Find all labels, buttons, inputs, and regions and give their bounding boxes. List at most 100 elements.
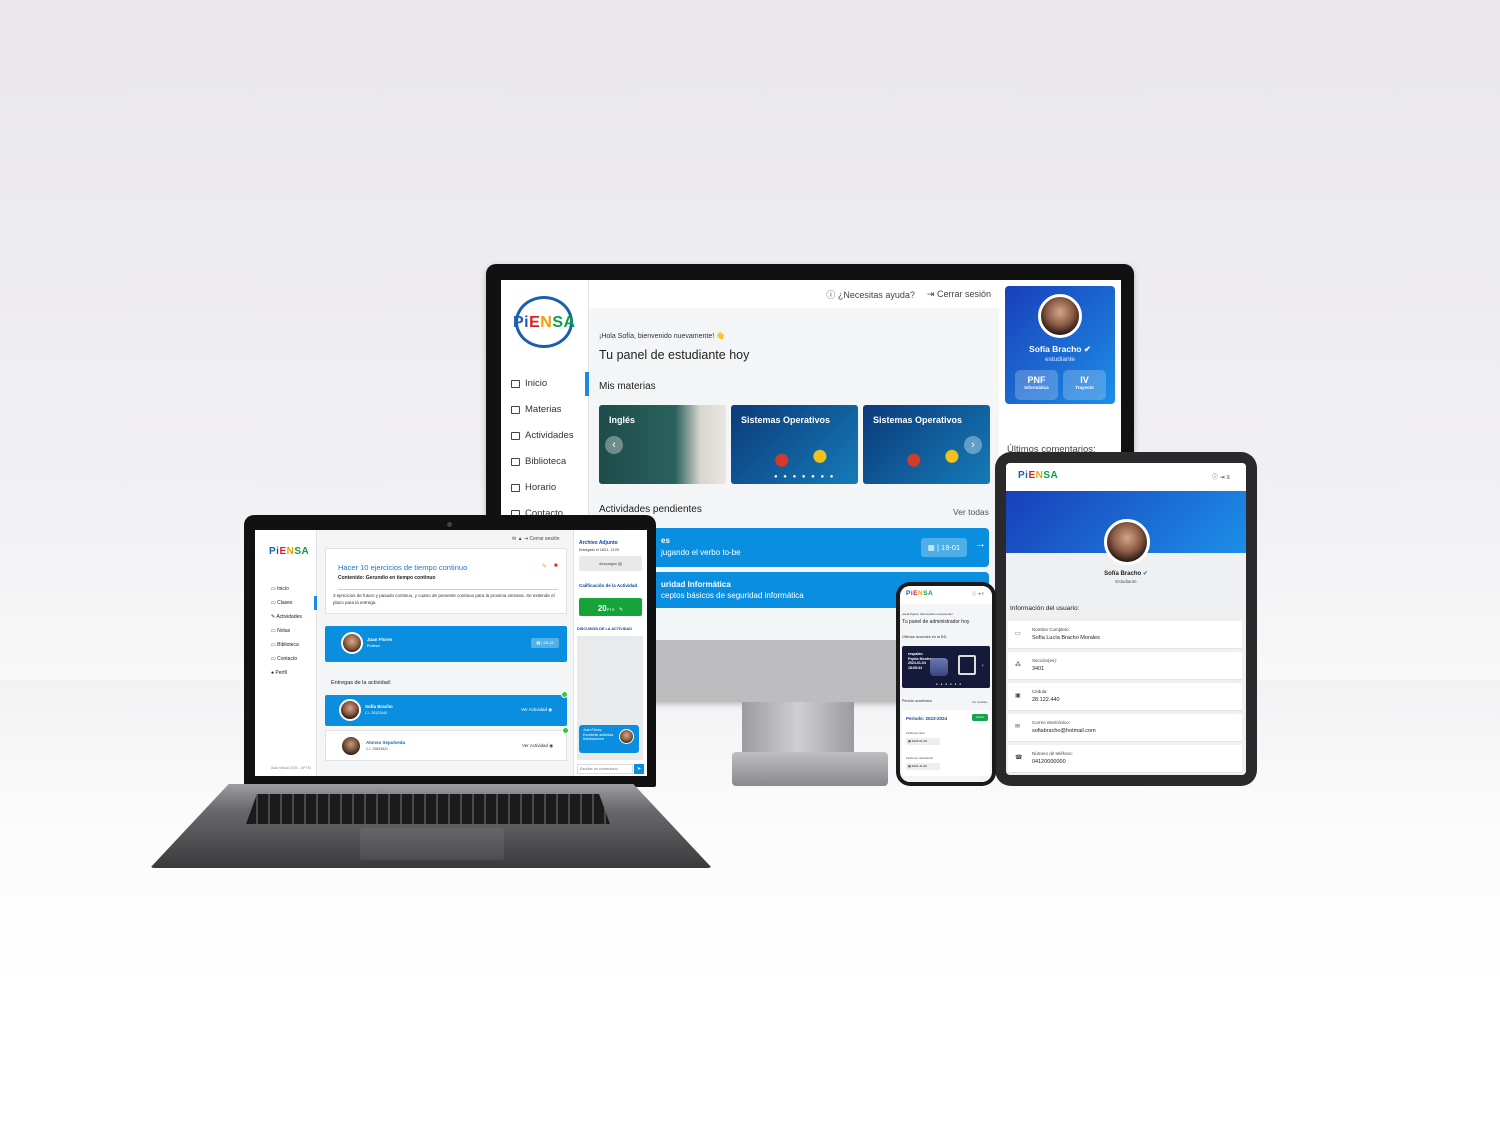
edit-icon[interactable]: ✎ [542,563,547,570]
send-icon[interactable]: ➤ [634,764,644,774]
sidebar-item-actividades[interactable]: Actividades [511,430,574,441]
profile-role: Estudiante [1115,579,1137,584]
verified-icon: ✔ [1142,571,1148,577]
info-row-cedula: ▣ Cédula: 28.122.440 [1008,683,1242,711]
phone-screen: PiENSA ⓘ ⇥ ≡ ¡Hola Pepito, bienvenido nu… [900,586,992,782]
page-title: Tu panel de administrador hoy [902,619,970,625]
phone-icon: ☎ [1015,755,1023,761]
backup-carousel[interactable]: respaldo Pepito Montero 2024-01-04 18:05:34… [902,646,990,688]
verified-icon: ✔ [1083,344,1091,354]
laptop-keyboard [246,794,610,824]
logout-link[interactable]: ✉ ▲ ⇥ Cerrar sesión [512,536,560,542]
database-icon [930,658,948,676]
delivery-row[interactable]: Sofía Bracho C.I. 28122440 Ver Actividad… [325,691,568,726]
discussion-heading: DISCUSIÓN DE LA ACTIVIDAD [577,627,632,631]
tablet-header-icons[interactable]: ⓘ ⇥ ≡ [1212,472,1230,481]
id-badge-icon: ▣ [1015,693,1021,699]
info-heading: Información del usuario: [1010,605,1080,612]
view-activity-link[interactable]: Ver Actividad ◉ [521,707,552,713]
piensa-logo: PiENSA [513,314,576,331]
date-badge: ▦ | 28-12 [531,638,559,648]
tablet-header: PiENSA ⓘ ⇥ ≡ [1006,463,1246,491]
sidebar-item-contacto[interactable]: ▭ Contacto [271,656,297,662]
trayecto-badge: IV Trayecto [1063,370,1106,400]
phone-header: PiENSA ⓘ ⇥ ≡ [900,586,992,604]
piensa-logo: PiENSA [906,590,934,597]
laptop-main: ✉ ▲ ⇥ Cerrar sesión Hacer 10 ejercicios … [317,530,573,776]
chalkboard-icon [511,405,520,414]
phone-header-icons[interactable]: ⓘ ⇥ ≡ [972,591,984,597]
activity-card-1[interactable]: es jugando el verbo to-be ▦ | 19-01 → [599,528,989,567]
carousel-next-button[interactable]: › [982,663,984,669]
avatar [1104,519,1150,565]
sidebar-item-clases[interactable]: ▭ Clases [271,600,292,606]
content-label: Contenido: Gerundio en tiempo continuo [338,575,436,581]
activity-description: 3 ejercicios de futuro y pasado continuo… [333,593,555,606]
help-link[interactable]: ⓘ ¿Necesitas ayuda? [826,288,915,301]
page-title: Tu panel de estudiante hoy [599,348,750,362]
see-all-link[interactable]: Ver todas [953,507,989,517]
carousel-prev-button[interactable]: ‹ [605,436,623,454]
grade-heading: Calificación de la Actividad [579,583,638,588]
activity-title: Hacer 10 ejercicios de tiempo continuo [338,563,468,572]
sidebar-item-horario[interactable]: Horario [511,482,556,493]
topbar: ⓘ ¿Necesitas ayuda? ⇥ Cerrar sesión [589,280,999,308]
sidebar-item-inicio[interactable]: Inicio [511,378,547,389]
sidebar-item-notas[interactable]: ▭ Notas [271,628,290,634]
subjects-heading: Mis materias [599,381,656,392]
calendar-icon [511,483,520,492]
pending-heading: Actividades pendientes [599,504,702,515]
id-card-icon: ▭ [1015,631,1021,637]
period-card: Periodo: 2023-2024 Activo Fecha de inici… [902,710,990,776]
sidebar-item-inicio[interactable]: ▭ Inicio [271,586,289,592]
avatar [1038,294,1082,338]
save-icon [958,655,976,675]
logout-link[interactable]: ⇥ Cerrar sesión [927,289,991,300]
piensa-logo: PiENSA [269,546,310,557]
profile-name: Sofía Bracho ✔ [1104,571,1148,577]
chat-message: Juan Flores: Excelente actividad, felici… [579,725,639,753]
arrow-right-icon[interactable]: → [975,538,986,550]
comment-input[interactable]: Escribe un comentario [577,764,633,774]
sidebar-item-actividades[interactable]: ✎ Actividades [271,614,302,620]
sidebar-item-materias[interactable]: Materias [511,404,561,415]
greeting: ¡Hola Sofía, bienvenido nuevamente! 👋 [599,333,725,340]
avatar [339,699,361,721]
pnf-badge: PNF Informática [1015,370,1058,400]
status-badge: Activo [972,714,988,721]
profile-role: estudiante [1045,356,1075,363]
piensa-logo: PiENSA [1018,470,1059,481]
info-row-section: ⁂ Sección(es): 3401 [1008,652,1242,680]
laptop-trackpad [360,828,504,860]
sidebar-item-biblioteca[interactable]: ▭ Biblioteca [271,642,299,648]
carousel-next-button[interactable]: › [964,436,982,454]
sidebar-item-biblioteca[interactable]: Biblioteca [511,456,566,467]
carousel-dots[interactable]: ● ● ● ● ● ● ● [774,474,835,480]
delete-icon[interactable]: ■ [554,563,558,569]
see-details-link[interactable]: Ver detalles [972,700,988,704]
download-button[interactable]: descargar ▤ [579,556,642,571]
laptop-sidebar: PiENSA ▭ Inicio ▭ Clases ✎ Actividades ▭… [255,530,317,776]
camera-icon [447,522,452,527]
subject-card-sistemas-1[interactable]: Sistemas Operativos [731,405,858,484]
sidebar-item-perfil[interactable]: ● Perfil [271,670,287,676]
view-activity-link[interactable]: Ver Actividad ◉ [522,743,553,749]
laptop-right-panel: Archivo Adjunto Entregado el 18/11, 12:0… [573,530,647,776]
avatar [340,735,362,757]
info-row-name: ▭ Nombre Completo: Sofía Lucía Bracho Mo… [1008,621,1242,649]
carousel-dots[interactable]: ● ● ● ● ● ● [936,682,962,686]
check-icon [562,727,569,734]
users-icon: ⁂ [1015,662,1021,668]
book-icon [511,457,520,466]
end-date: ▦ 2024-11-20 [906,763,940,770]
greeting: ¡Hola Pepito, bienvenido nuevamente! [902,612,953,616]
attachment-heading: Archivo Adjunto [579,540,618,546]
divider [338,589,558,590]
laptop-screen: PiENSA ▭ Inicio ▭ Clases ✎ Actividades ▭… [255,530,647,776]
delivery-row[interactable]: Alonso Sepulveda C.I. 29634521 Ver Activ… [325,727,569,761]
edit-icon: ✎ [618,607,624,613]
calendar-icon: ▦ [927,543,935,552]
footer: Aula Virtual 2023 - UPTM [271,766,311,770]
teacher-bar: Juan Flores Profesor ▦ | 28-12 [325,626,567,662]
start-date: ▦ 2023-01-30 [906,738,940,745]
